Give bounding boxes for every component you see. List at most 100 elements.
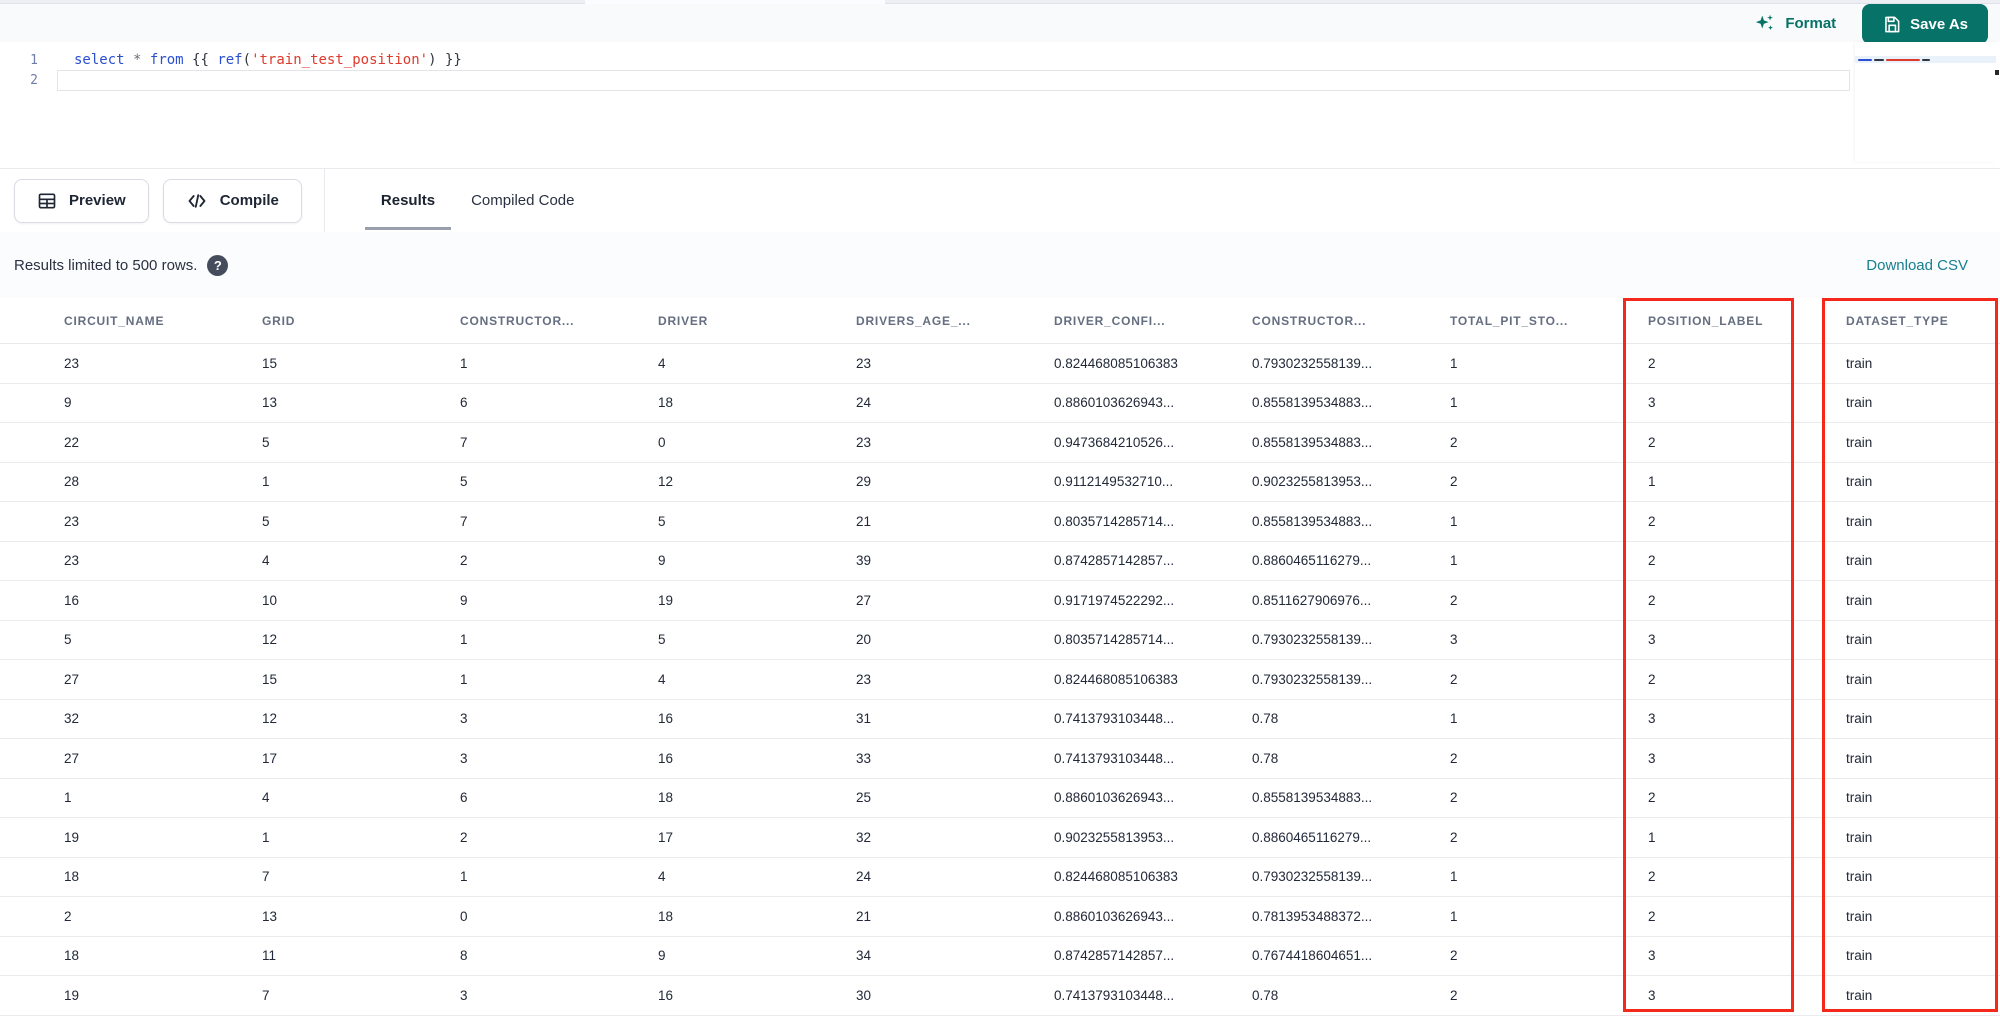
table-cell: 27 — [856, 592, 872, 608]
table-cell: 0.78 — [1252, 711, 1279, 727]
table-cell: train — [1846, 513, 1873, 529]
table-cell: 3 — [1648, 395, 1656, 411]
table-cell: train — [1846, 869, 1873, 885]
save-as-button[interactable]: Save As — [1862, 4, 1988, 44]
table-body: 23 15 1 4 23 0.824468085106383 0.7930232558139… — [0, 344, 2000, 1016]
table-cell: 2 — [1450, 829, 1458, 845]
column-header: DRIVERS_AGE_... — [856, 313, 971, 328]
minimap-code-line — [1855, 56, 1996, 63]
table-cell: 5 — [262, 513, 270, 529]
format-button[interactable]: Format — [1754, 12, 1836, 34]
tab-compiled-code[interactable]: Compiled Code — [453, 169, 592, 233]
table-cell: train — [1846, 632, 1873, 648]
code-token: ) — [428, 52, 437, 68]
table-cell: train — [1846, 355, 1873, 371]
table-icon — [37, 191, 57, 211]
table-cell: 3 — [460, 750, 468, 766]
table-cell: train — [1846, 790, 1873, 806]
table-cell: 0.7674418604651... — [1252, 948, 1373, 964]
help-icon[interactable]: ? — [207, 254, 229, 276]
table-cell: 0 — [658, 434, 666, 450]
table-cell: train — [1846, 474, 1873, 490]
line-number-2: 2 — [30, 72, 38, 88]
column-header: DRIVER — [658, 313, 709, 328]
table-row: 23 4 2 9 39 0.8742857142857... 0.8860465116279… — [0, 541, 2000, 581]
table-cell: 7 — [460, 513, 468, 529]
download-csv-link[interactable]: Download CSV — [1866, 257, 1968, 274]
table-cell: 0.7930232558139... — [1252, 355, 1373, 371]
table-cell: 2 — [64, 908, 72, 924]
table-cell: train — [1846, 908, 1873, 924]
compile-button[interactable]: Compile — [162, 178, 302, 223]
code-token: ref — [217, 52, 243, 68]
table-cell: 1 — [1450, 395, 1458, 411]
column-header: TOTAL_PIT_STO... — [1450, 313, 1569, 328]
table-cell: 1 — [262, 474, 270, 490]
table-cell: 0.8860103626943... — [1054, 908, 1175, 924]
results-limit-text: Results limited to 500 rows. — [14, 256, 198, 274]
code-token: from — [149, 52, 184, 68]
table-cell: 33 — [856, 750, 872, 766]
table-cell: 23 — [856, 671, 872, 687]
table-cell: 8 — [460, 948, 468, 964]
table-cell: 27 — [64, 671, 80, 687]
editor-toolbar: Format Save As — [0, 4, 2000, 44]
table-row: 23 15 1 4 23 0.824468085106383 0.7930232558139… — [0, 344, 2000, 384]
table-cell: 1 — [64, 790, 72, 806]
table-cell: 2 — [1450, 948, 1458, 964]
tab-results[interactable]: Results — [363, 169, 453, 233]
sql-editor[interactable]: 1 select * from {{ ref('train_test_posit… — [0, 42, 2000, 168]
preview-button[interactable]: Preview — [14, 178, 149, 223]
result-tabs: Results Compiled Code — [363, 169, 593, 233]
table-cell: 0.8742857142857... — [1054, 948, 1175, 964]
table-cell: 21 — [856, 908, 872, 924]
table-cell: 5 — [460, 474, 468, 490]
table-cell: train — [1846, 434, 1873, 450]
table-cell: 2 — [1648, 355, 1656, 371]
table-cell: train — [1846, 711, 1873, 727]
table-cell: 2 — [1450, 434, 1458, 450]
table-row: 22 5 7 0 23 0.9473684210526... 0.8558139534883… — [0, 423, 2000, 463]
table-cell: 0.824468085106383 — [1054, 671, 1178, 687]
save-as-label: Save As — [1910, 15, 1968, 33]
table-cell: 0.7930232558139... — [1252, 632, 1373, 648]
table-cell: train — [1846, 671, 1873, 687]
code-line-2[interactable]: 2 — [0, 70, 2000, 91]
table-cell: 16 — [658, 711, 674, 727]
table-row: 27 17 3 16 33 0.7413793103448... 0.78 2 3 train — [0, 739, 2000, 779]
table-cell: 10 — [262, 592, 278, 608]
table-cell: 0.8558139534883... — [1252, 513, 1373, 529]
table-cell: 0.8742857142857... — [1054, 553, 1175, 569]
table-cell: 1 — [1450, 711, 1458, 727]
code-line-1[interactable]: 1 select * from {{ ref('train_test_posit… — [0, 50, 2000, 70]
editor-minimap[interactable] — [1855, 42, 1996, 162]
table-cell: 0.8860103626943... — [1054, 790, 1175, 806]
table-cell: train — [1846, 553, 1873, 569]
table-cell: 0.7813953488372... — [1252, 908, 1373, 924]
table-cell: 0.9023255813953... — [1054, 829, 1175, 845]
table-cell: 12 — [262, 632, 278, 648]
table-cell: 19 — [658, 592, 674, 608]
table-cell: 13 — [262, 395, 278, 411]
table-cell: 23 — [64, 553, 80, 569]
table-cell: 7 — [262, 987, 270, 1003]
table-cell: 22 — [64, 434, 80, 450]
table-row: 27 15 1 4 23 0.824468085106383 0.7930232558139… — [0, 660, 2000, 700]
table-cell: 16 — [658, 750, 674, 766]
table-cell: 1 — [1450, 908, 1458, 924]
table-cell: 2 — [460, 553, 468, 569]
code-icon — [186, 191, 208, 211]
table-cell: 9 — [460, 592, 468, 608]
table-cell: 0.8558139534883... — [1252, 434, 1373, 450]
column-header: CIRCUIT_NAME — [64, 313, 165, 328]
table-cell: 32 — [64, 711, 80, 727]
table-cell: 19 — [64, 829, 80, 845]
table-cell: 12 — [262, 711, 278, 727]
table-cell: 4 — [658, 671, 666, 687]
table-row: 28 1 5 12 29 0.9112149532710... 0.902325581395… — [0, 462, 2000, 502]
table-cell: 13 — [262, 908, 278, 924]
table-cell: 4 — [262, 553, 270, 569]
table-cell: 34 — [856, 948, 872, 964]
table-cell: 0 — [460, 908, 468, 924]
